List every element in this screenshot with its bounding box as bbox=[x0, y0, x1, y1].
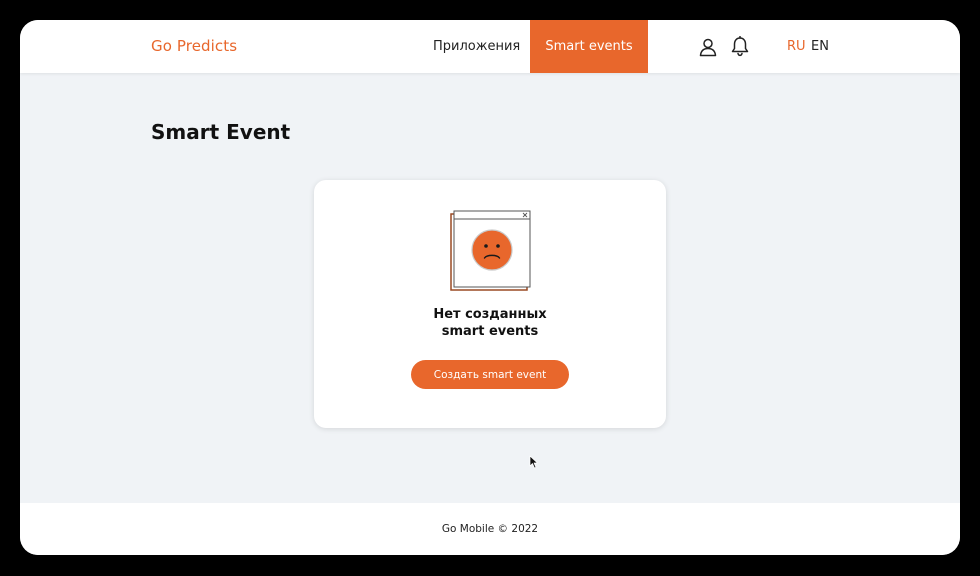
empty-state-line-2: smart events bbox=[441, 324, 539, 339]
lang-ru-option[interactable]: RU bbox=[787, 39, 806, 54]
logo[interactable]: Go Predicts bbox=[151, 37, 237, 55]
page-title: Smart Event bbox=[151, 120, 291, 144]
bell-icon[interactable] bbox=[730, 36, 750, 57]
empty-state-card: Нет созданных smart events Создать smart… bbox=[314, 180, 666, 428]
sad-face-window-icon bbox=[450, 210, 531, 291]
top-header: Go Predicts Приложения Smart events RU E… bbox=[20, 20, 960, 73]
app-window: Go Predicts Приложения Smart events RU E… bbox=[20, 20, 960, 555]
empty-state-line-1: Нет созданных bbox=[433, 307, 547, 322]
empty-state-message: Нет созданных smart events bbox=[314, 306, 666, 340]
create-smart-event-button[interactable]: Создать smart event bbox=[411, 360, 569, 389]
footer: Go Mobile © 2022 bbox=[20, 503, 960, 555]
mouse-cursor-icon bbox=[529, 455, 538, 469]
user-icon[interactable] bbox=[698, 37, 718, 57]
nav-item-apps[interactable]: Приложения bbox=[433, 20, 520, 73]
footer-copyright: Go Mobile © 2022 bbox=[441, 523, 539, 535]
nav-item-smart-events[interactable]: Smart events bbox=[530, 20, 648, 73]
lang-en-option[interactable]: EN bbox=[811, 39, 829, 54]
